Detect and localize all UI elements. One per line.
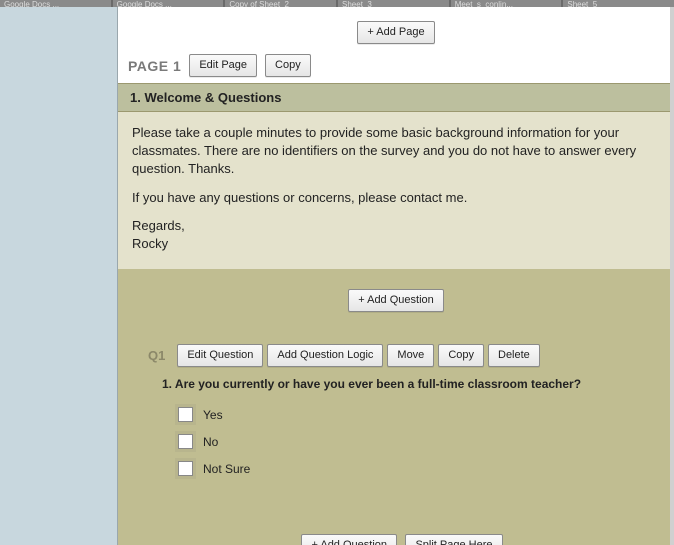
edit-question-button[interactable]: Edit Question: [177, 344, 263, 367]
copy-page-button[interactable]: Copy: [265, 54, 311, 77]
question-options: Yes No Not Sure: [148, 399, 656, 482]
browser-tab-strip: Google Docs ... Google Docs ... Copy of …: [0, 0, 674, 7]
browser-tab[interactable]: Google Docs ...: [0, 0, 111, 7]
browser-tab[interactable]: Sheet_5: [563, 0, 674, 7]
question-toolbar: Q1 Edit Question Add Question Logic Move…: [148, 344, 656, 367]
left-rail: [0, 7, 118, 545]
question-block: Q1 Edit Question Add Question Logic Move…: [118, 320, 674, 545]
checkbox-icon[interactable]: [178, 461, 193, 476]
option-label: Not Sure: [203, 462, 250, 476]
checkbox-icon[interactable]: [178, 434, 193, 449]
option-row[interactable]: No: [178, 428, 656, 455]
split-page-button[interactable]: Split Page Here: [405, 534, 502, 545]
intro-signature: Regards, Rocky: [132, 217, 660, 253]
page-label: PAGE 1: [128, 58, 181, 74]
browser-tab[interactable]: Copy of Sheet_2: [225, 0, 336, 7]
page-header: PAGE 1 Edit Page Copy: [118, 54, 674, 83]
add-page-button[interactable]: + Add Page: [357, 21, 434, 44]
add-question-button[interactable]: + Add Question: [348, 289, 444, 312]
option-row[interactable]: Yes: [178, 401, 656, 428]
add-question-button[interactable]: + Add Question: [301, 534, 397, 545]
copy-question-button[interactable]: Copy: [438, 344, 484, 367]
intro-paragraph: If you have any questions or concerns, p…: [132, 189, 660, 207]
add-question-logic-button[interactable]: Add Question Logic: [267, 344, 383, 367]
intro-text: Please take a couple minutes to provide …: [118, 112, 674, 269]
browser-tab[interactable]: Google Docs ...: [113, 0, 224, 7]
intro-paragraph: Please take a couple minutes to provide …: [132, 124, 660, 179]
scrollbar[interactable]: [670, 7, 674, 545]
question-text: 1. Are you currently or have you ever be…: [148, 377, 656, 399]
option-label: No: [203, 435, 218, 449]
edit-page-button[interactable]: Edit Page: [189, 54, 257, 77]
page-body: 1. Welcome & Questions Please take a cou…: [118, 83, 674, 545]
question-id: Q1: [148, 348, 165, 363]
sig-line: Rocky: [132, 236, 168, 251]
browser-tab[interactable]: Sheet_3: [338, 0, 449, 7]
main-content: + Add Page PAGE 1 Edit Page Copy 1. Welc…: [118, 7, 674, 545]
checkbox-icon[interactable]: [178, 407, 193, 422]
browser-tab[interactable]: Meet_s_conlin...: [451, 0, 562, 7]
option-row[interactable]: Not Sure: [178, 455, 656, 482]
move-question-button[interactable]: Move: [387, 344, 434, 367]
sig-line: Regards,: [132, 218, 185, 233]
delete-question-button[interactable]: Delete: [488, 344, 540, 367]
section-title: 1. Welcome & Questions: [118, 84, 674, 112]
option-label: Yes: [203, 408, 223, 422]
